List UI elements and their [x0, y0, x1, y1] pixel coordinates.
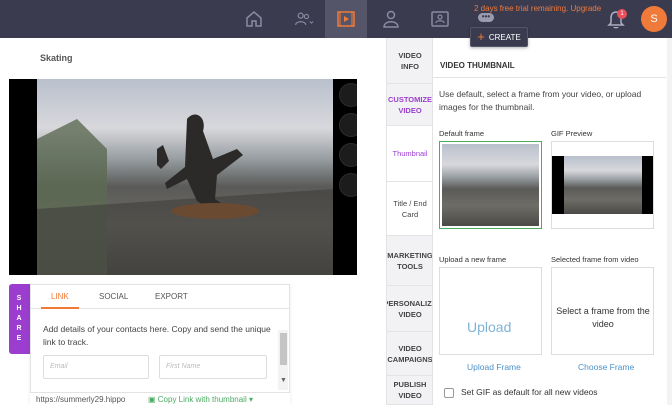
video-title: Skating [40, 53, 73, 63]
share-link-url[interactable]: https://summerly29.hippo [36, 395, 125, 404]
share-tab-letter: A [16, 315, 23, 322]
select-frame-text: Select a frame from the video [556, 306, 650, 329]
contacts-icon[interactable] [283, 0, 325, 38]
gif-default-label: Set GIF as default for all new videos [461, 387, 598, 397]
editor-tab-nav: VIDEO INFO CUSTOMIZE VIDEO Thumbnail Tit… [386, 38, 433, 405]
tab-video-campaigns[interactable]: VIDEO CAMPAIGNS [387, 332, 433, 376]
divider [432, 77, 666, 78]
upload-frame-link[interactable]: Upload Frame [467, 362, 521, 372]
plus-icon: + [477, 29, 485, 44]
video-control-button[interactable] [339, 173, 357, 197]
choose-frame-link[interactable]: Choose Frame [578, 362, 634, 372]
upload-text[interactable]: Upload [467, 319, 511, 335]
thumbnail-description: Use default, select a frame from your vi… [439, 89, 642, 112]
avatar[interactable]: S [641, 6, 667, 32]
tab-social[interactable]: SOCIAL [99, 292, 128, 301]
upload-frame-box[interactable] [439, 267, 542, 355]
gif-default-checkbox[interactable] [444, 388, 454, 398]
default-frame-label: Default frame [439, 129, 485, 138]
scroll-down-icon[interactable]: ▼ [280, 377, 287, 384]
tab-customize-video[interactable]: CUSTOMIZE VIDEO [387, 84, 433, 126]
share-panel: LINK SOCIAL EXPORT Add details of your c… [30, 284, 290, 405]
copy-link-button[interactable]: ▣ Copy Link with thumbnail ▾ [148, 395, 253, 404]
email-field[interactable]: Email [43, 355, 149, 379]
video-control-button[interactable] [339, 83, 357, 107]
tab-personalize-video[interactable]: PERSONALIZE VIDEO [387, 286, 433, 332]
share-scrollbar-thumb[interactable] [280, 333, 287, 365]
tab-title-end-card[interactable]: Title / End Card [387, 182, 433, 236]
video-control-button[interactable] [339, 143, 357, 167]
user-icon[interactable] [370, 0, 412, 38]
tab-thumbnail[interactable]: Thumbnail [387, 126, 433, 182]
share-tab[interactable]: S H A R E [9, 284, 30, 354]
share-tab-letter: S [16, 295, 23, 302]
copy-link-label: Copy Link with thumbnail [157, 395, 247, 404]
notification-badge: 1 [617, 9, 627, 19]
selected-frame-label: Selected frame from video [551, 255, 639, 264]
create-button[interactable]: + CREATE [470, 27, 528, 47]
home-icon[interactable] [233, 0, 275, 38]
gif-preview-label: GIF Preview [551, 129, 593, 138]
upload-new-frame-label: Upload a new frame [439, 255, 507, 264]
tab-marketing-tools[interactable]: MARKETING TOOLS [387, 236, 433, 286]
share-tab-letter: H [16, 305, 23, 312]
first-name-field[interactable]: First Name [159, 355, 267, 379]
id-card-icon[interactable] [419, 0, 461, 38]
share-tab-letter: E [16, 335, 23, 342]
video-icon[interactable] [325, 0, 367, 38]
panel-scrollbar[interactable] [667, 38, 672, 405]
video-frame-image [37, 79, 333, 275]
share-tab-letter: R [16, 325, 23, 332]
tab-video-info[interactable]: VIDEO INFO [387, 38, 433, 84]
gif-preview-frame [552, 156, 653, 214]
thumbnail-heading: VIDEO THUMBNAIL [440, 61, 515, 70]
create-button-label: CREATE [488, 32, 521, 42]
video-control-button[interactable] [339, 113, 357, 137]
more-options-icon[interactable]: ••• [478, 13, 494, 22]
trial-remaining-text[interactable]: 2 days free trial remaining. Upgrade [474, 4, 601, 13]
gif-preview-box[interactable] [551, 141, 654, 229]
default-frame-thumbnail[interactable] [439, 141, 542, 229]
video-player[interactable] [9, 79, 357, 275]
share-link-row: https://summerly29.hippo ▣ Copy Link wit… [30, 392, 290, 405]
default-frame-image [442, 144, 539, 226]
gif-preview-image [564, 156, 642, 214]
tab-publish-video[interactable]: PUBLISH VIDEO [387, 376, 433, 405]
share-description: Add details of your contacts here. Copy … [43, 324, 271, 347]
share-tabs: LINK SOCIAL EXPORT [31, 285, 289, 309]
tab-link[interactable]: LINK [51, 292, 69, 301]
active-tab-indicator [41, 307, 79, 309]
tab-export[interactable]: EXPORT [155, 292, 188, 301]
